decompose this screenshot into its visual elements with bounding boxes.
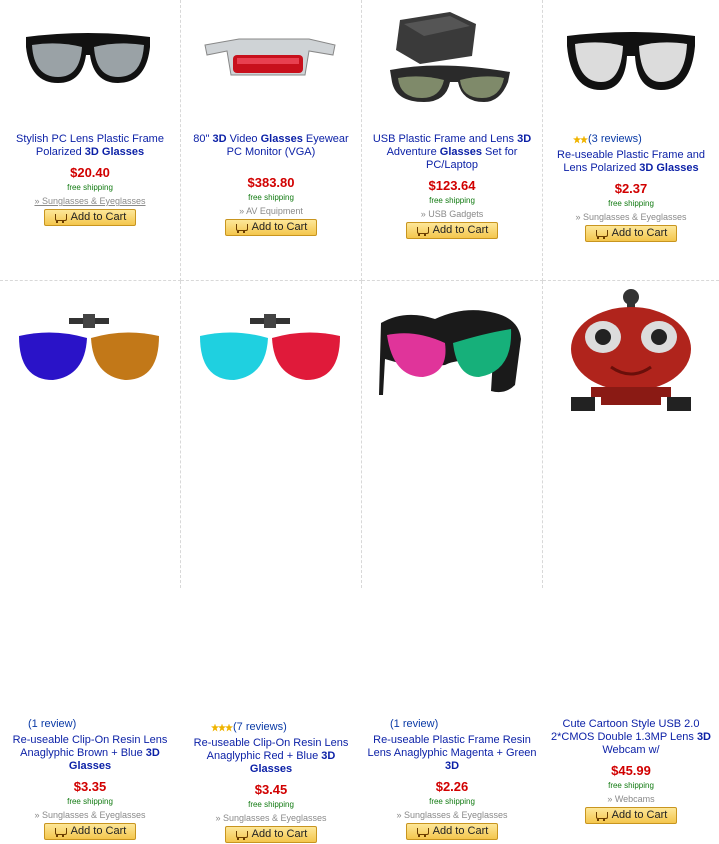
add-to-cart-button[interactable]: Add to Cart [406,222,498,239]
product-price: $3.45 [254,782,288,797]
product-card: USB Plastic Frame and Lens 3D Adventure … [362,0,543,281]
product-info: (1 review) Re-useable Clip-On Resin Lens… [4,718,176,841]
product-title[interactable]: USB Plastic Frame and Lens 3D Adventure … [366,133,538,172]
shipping-label: free shipping [608,199,654,208]
product-card: (1 review) Re-useable Plastic Frame Resi… [362,281,543,840]
product-price: $45.99 [611,763,651,778]
product-info: (1 review) Re-useable Plastic Frame Resi… [366,718,538,841]
product-image[interactable] [8,4,168,116]
product-title[interactable]: Cute Cartoon Style USB 2.0 2*CMOS Double… [547,718,715,757]
product-image[interactable] [551,4,711,116]
product-card: (3 reviews) Re-useable Plastic Frame and… [543,0,719,281]
star-icon [573,135,588,144]
product-title[interactable]: Re-useable Plastic Frame Resin Lens Anag… [366,734,538,773]
cart-icon [54,212,67,223]
rating[interactable]: (7 reviews) [185,721,357,734]
star-icon [211,723,233,732]
cart-icon [54,826,67,837]
product-card: 80" 3D Video Glasses Eyewear PC Monitor … [181,0,362,281]
product-info: (3 reviews) Re-useable Plastic Frame and… [547,133,715,243]
cart-icon [595,810,608,821]
product-price: $20.40 [70,165,110,180]
product-card: Cute Cartoon Style USB 2.0 2*CMOS Double… [543,281,719,824]
product-image[interactable] [8,291,168,416]
category-link[interactable]: » AV Equipment [185,205,357,217]
category-link[interactable]: » Sunglasses & Eyeglasses [366,809,538,821]
product-image[interactable] [189,4,349,116]
product-image[interactable] [551,287,711,415]
product-title[interactable]: Re-useable Clip-On Resin Lens Anaglyphic… [185,737,357,776]
product-image[interactable] [370,4,530,116]
shipping-label: free shipping [67,183,113,192]
product-title[interactable]: Re-useable Plastic Frame and Lens Polari… [547,149,715,175]
product-title[interactable]: 80" 3D Video Glasses Eyewear PC Monitor … [185,133,357,159]
shipping-label: free shipping [248,800,294,809]
product-info: Cute Cartoon Style USB 2.0 2*CMOS Double… [547,718,715,825]
product-price: $2.37 [614,181,648,196]
product-card: (7 reviews) Re-useable Clip-On Resin Len… [181,281,362,843]
cart-icon [235,829,248,840]
cart-icon [416,225,429,236]
add-to-cart-button[interactable]: Add to Cart [44,823,136,840]
shipping-label: free shipping [429,196,475,205]
product-grid: Stylish PC Lens Plastic Frame Polarized … [0,0,719,843]
product-info: (7 reviews) Re-useable Clip-On Resin Len… [185,721,357,844]
add-to-cart-button[interactable]: Add to Cart [225,826,317,843]
add-to-cart-button[interactable]: Add to Cart [585,225,677,242]
product-price: $383.80 [247,175,295,190]
cart-icon [416,826,429,837]
rating[interactable]: (1 review) [366,718,538,731]
category-link[interactable]: » Sunglasses & Eyeglasses [185,812,357,824]
product-title[interactable]: Re-useable Clip-On Resin Lens Anaglyphic… [4,734,176,773]
add-to-cart-button[interactable]: Add to Cart [44,209,136,226]
product-info: 80" 3D Video Glasses Eyewear PC Monitor … [185,133,357,237]
product-price: $3.35 [73,779,107,794]
product-price: $123.64 [428,178,476,193]
product-price: $2.26 [435,779,469,794]
shipping-label: free shipping [429,797,475,806]
category-link[interactable]: » Sunglasses & Eyeglasses [4,195,176,207]
category-link[interactable]: » Sunglasses & Eyeglasses [4,809,176,821]
category-link[interactable]: » USB Gadgets [366,208,538,220]
cart-icon [235,222,248,233]
product-card: (1 review) Re-useable Clip-On Resin Lens… [0,281,181,840]
add-to-cart-button[interactable]: Add to Cart [225,219,317,236]
shipping-label: free shipping [67,797,113,806]
product-info: Stylish PC Lens Plastic Frame Polarized … [4,133,176,227]
rating[interactable]: (3 reviews) [547,133,715,146]
cart-icon [595,228,608,239]
category-link[interactable]: » Sunglasses & Eyeglasses [547,211,715,223]
category-link[interactable]: » Webcams [547,793,715,805]
rating[interactable]: (1 review) [4,718,176,731]
product-title[interactable]: Stylish PC Lens Plastic Frame Polarized … [4,133,176,159]
add-to-cart-button[interactable]: Add to Cart [585,807,677,824]
shipping-label: free shipping [608,781,654,790]
product-image[interactable] [189,291,349,416]
shipping-label: free shipping [248,193,294,202]
product-info: USB Plastic Frame and Lens 3D Adventure … [366,133,538,240]
product-card: Stylish PC Lens Plastic Frame Polarized … [0,0,181,281]
add-to-cart-button[interactable]: Add to Cart [406,823,498,840]
product-image[interactable] [370,291,530,416]
